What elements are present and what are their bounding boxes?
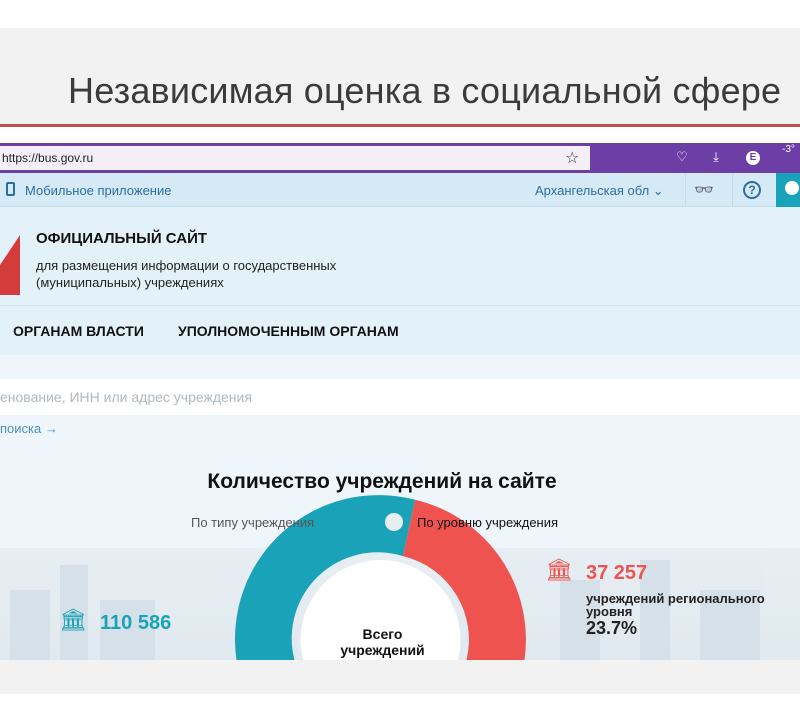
- institutions-stats-panel: Количество учреждений на сайте По типу у…: [0, 456, 800, 660]
- other-level-count: 110 586: [100, 612, 172, 634]
- slide-title: Независимая оценка в социальной сфере: [68, 70, 782, 111]
- main-navigation: ОРГАНАМ ВЛАСТИ УПОЛНОМОЧЕННЫМ ОРГАНАМ: [0, 305, 800, 355]
- regional-label: учреждений регионального уровня: [586, 591, 765, 619]
- nav-item-authorities[interactable]: ОРГАНАМ ВЛАСТИ: [13, 323, 144, 339]
- divider: [732, 173, 733, 207]
- institution-icon: 🏛: [545, 557, 573, 582]
- divider: [685, 173, 686, 207]
- toggle-by-type-label[interactable]: По типу учреждения: [191, 515, 314, 530]
- weather-widget: -3°: [782, 144, 795, 155]
- regional-percent: 23.7%: [586, 618, 638, 638]
- help-question-icon[interactable]: ?: [743, 181, 761, 199]
- chevron-down-icon: ⌄: [652, 183, 664, 198]
- site-header: ОФИЦИАЛЬНЫЙ САЙТ для размещения информац…: [0, 207, 800, 305]
- site-logo[interactable]: [0, 235, 20, 295]
- accessibility-glasses-icon[interactable]: 👓: [694, 180, 714, 200]
- mobile-app-link[interactable]: Мобильное приложение: [25, 183, 171, 198]
- donut-total-label: Всего учреждений: [340, 626, 425, 658]
- download-icon[interactable]: ⤓: [707, 148, 725, 166]
- address-url: https://bus.gov.ru: [2, 151, 94, 165]
- user-account-button[interactable]: [776, 173, 800, 207]
- advanced-search-link[interactable]: поиска →: [0, 421, 58, 436]
- stats-title: Количество учреждений на сайте: [207, 470, 557, 493]
- address-bar[interactable]: https://bus.gov.ru ☆: [0, 146, 590, 170]
- regional-count: 37 257: [586, 562, 648, 584]
- browser-toolbar: https://bus.gov.ru ☆ ♡ ⤓ E -3°: [0, 143, 800, 173]
- institution-icon: 🏛: [59, 607, 87, 632]
- slide-divider: [0, 124, 800, 127]
- search-input[interactable]: енование, ИНН или адрес учреждения: [0, 379, 800, 415]
- site-title: ОФИЦИАЛЬНЫЙ САЙТ: [36, 230, 208, 247]
- site-subtitle: для размещения информации о государствен…: [36, 258, 337, 290]
- level-toggle-switch[interactable]: [350, 511, 405, 533]
- toggle-knob: [385, 513, 403, 531]
- toggle-by-level-label[interactable]: По уровню учреждения: [417, 515, 558, 530]
- region-selector[interactable]: Архангельская обл ⌄: [535, 183, 664, 199]
- website-screenshot: https://bus.gov.ru ☆ ♡ ⤓ E -3° Мобильное…: [0, 143, 800, 660]
- slide-footer-band: [0, 660, 800, 694]
- phone-icon: [6, 182, 15, 196]
- top-utility-bar: Мобильное приложение Архангельская обл ⌄…: [0, 173, 800, 207]
- search-placeholder: енование, ИНН или адрес учреждения: [0, 389, 252, 405]
- user-icon: [785, 181, 799, 195]
- nav-item-authorized-bodies[interactable]: УПОЛНОМОЧЕННЫМ ОРГАНАМ: [178, 323, 399, 339]
- pocket-icon[interactable]: ♡: [673, 148, 691, 166]
- bookmark-star-icon[interactable]: ☆: [565, 148, 579, 168]
- region-label: Архангельская обл: [535, 183, 650, 198]
- extension-e-icon[interactable]: E: [746, 151, 760, 165]
- presentation-slide: Независимая оценка в социальной сфере ht…: [0, 0, 800, 720]
